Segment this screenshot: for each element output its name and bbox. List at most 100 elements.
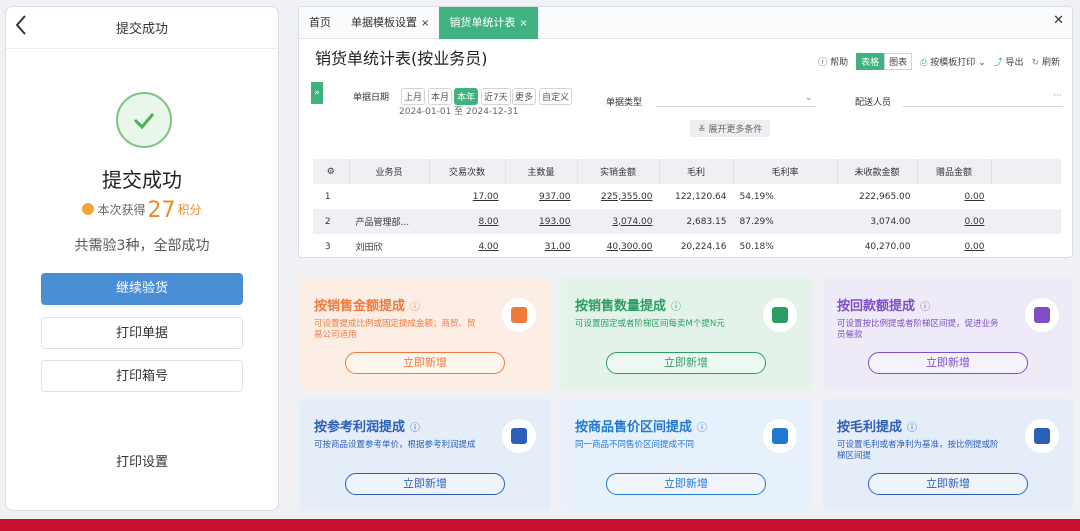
print-settings-link[interactable]: 打印设置 (6, 451, 278, 470)
gift-amount-link[interactable]: 0.00 (917, 209, 991, 234)
table-header-row: ⚙ 业务员 交易次数 主数量 实销金额 毛利 毛利率 未收款金额 赠品金额 (313, 159, 1061, 184)
trades-link[interactable]: 8.00 (429, 209, 505, 234)
calendar-money-icon (1025, 298, 1059, 332)
refresh-button[interactable]: ↻ 刷新 (1032, 55, 1060, 68)
sales-amount-link[interactable]: 3,074.00 (577, 209, 659, 234)
quantity-link[interactable]: 937.00 (505, 184, 577, 209)
desktop-panel: 首页 单据模板设置 × 销货单统计表 × ✕ 销货单统计表(按业务员) ⓘ 帮助 表… (298, 6, 1073, 511)
refresh-icon: ↻ (1031, 58, 1040, 68)
mobile-header-title: 提交成功 (115, 22, 168, 37)
points-unit: 积分 (177, 203, 202, 217)
tab-sales-report[interactable]: 销货单统计表 × (439, 7, 538, 39)
date-chip-last-7-days[interactable]: 近7天 (481, 88, 511, 105)
window-close-icon[interactable]: ✕ (1053, 13, 1064, 28)
date-chip-more[interactable]: 更多 (512, 88, 537, 105)
print-box-number-button[interactable]: 打印箱号 (41, 360, 243, 392)
trades-link[interactable]: 17.00 (429, 184, 505, 209)
quantity-link[interactable]: 31.00 (505, 234, 577, 257)
gift-amount-link[interactable]: 0.00 (917, 184, 991, 209)
sales-amount-link[interactable]: 40,300.00 (577, 234, 659, 257)
row-number: 3 (324, 241, 331, 252)
points-prefix: 本次获得 (97, 203, 146, 217)
page-title: 销货单统计表(按业务员) (315, 49, 488, 68)
package-upload-icon (763, 298, 797, 332)
chevron-left-icon[interactable] (14, 14, 36, 40)
export-button[interactable]: ⤴ 导出 (994, 55, 1024, 68)
profit-rate-cell: 87.29% (733, 209, 837, 234)
sales-amount-link[interactable]: 225,355.00 (577, 184, 659, 209)
date-chip-custom[interactable]: 自定义 (539, 88, 573, 105)
tab-template-settings[interactable]: 单据模板设置 × (341, 7, 439, 39)
continue-inspect-button[interactable]: 继续验货 (41, 273, 243, 305)
doc-type-select[interactable] (656, 106, 816, 107)
help-circle-icon[interactable]: ⓘ (907, 423, 917, 434)
close-icon[interactable]: × (421, 18, 429, 29)
add-now-button[interactable]: 立即新增 (345, 473, 505, 495)
column-settings-icon[interactable]: ⚙ (313, 159, 350, 184)
column-header[interactable]: 实销金额 (577, 159, 660, 184)
card-title-text: 按参考利润提成 (314, 420, 406, 435)
unpaid-cell: 222,965.00 (858, 191, 911, 202)
help-circle-icon[interactable]: ⓘ (410, 302, 420, 313)
column-header[interactable]: 毛利 (659, 159, 734, 184)
more-conditions-label: 展开更多条件 (708, 125, 763, 135)
empty-cell (991, 184, 1061, 209)
column-header[interactable]: 未收款金额 (837, 159, 918, 184)
template-print-button[interactable]: ⎙ 按模板打印 ⌄ (920, 55, 986, 68)
profit-rate-cell: 54.19% (739, 191, 774, 202)
add-now-button[interactable]: 立即新增 (606, 352, 766, 374)
tab-home[interactable]: 首页 (299, 7, 341, 39)
help-circle-icon[interactable]: ⓘ (410, 423, 420, 434)
chart-view-button[interactable]: 图表 (884, 53, 913, 70)
column-header[interactable]: 业务员 (349, 159, 430, 184)
column-header[interactable]: 毛利率 (733, 159, 838, 184)
lock-chart-icon (502, 419, 536, 453)
gift-amount-link[interactable]: 0.00 (917, 234, 991, 257)
commission-card: 按商品售价区间提成 ⓘ 同一商品不同售价区间提成不同 立即新增 (561, 399, 811, 511)
date-chip-last-month[interactable]: 上月 (401, 88, 426, 105)
coin-icon (82, 203, 95, 215)
column-header[interactable]: 交易次数 (429, 159, 506, 184)
date-chip-this-year[interactable]: 本年 (454, 88, 479, 105)
add-now-button[interactable]: 立即新增 (606, 473, 766, 495)
report-table: ⚙ 业务员 交易次数 主数量 实销金额 毛利 毛利率 未收款金额 赠品金额 1 … (313, 159, 1062, 257)
help-circle-icon[interactable]: ⓘ (697, 423, 707, 434)
printer-icon: ⎙ (920, 58, 928, 68)
card-title: 按销售数量提成 ⓘ (575, 295, 681, 314)
column-header[interactable]: 赠品金额 (917, 159, 992, 184)
toolbar: ⓘ 帮助 表格 图表 ⎙ 按模板打印 ⌄ ⤴ 导出 ↻ 刷新 (818, 53, 1060, 70)
card-title-text: 按商品售价区间提成 (575, 420, 693, 435)
card-title: 按回款额提成 ⓘ (837, 295, 930, 314)
chevron-down-icon[interactable]: ⌄ (978, 58, 986, 68)
success-check-icon (116, 92, 172, 148)
expand-sidebar-icon[interactable]: » (311, 82, 323, 104)
column-header[interactable]: 主数量 (505, 159, 578, 184)
close-icon[interactable]: × (519, 18, 527, 29)
trades-link[interactable]: 4.00 (429, 234, 505, 257)
mobile-header: 提交成功 (6, 7, 278, 49)
table-row[interactable]: 1 17.00 937.00 225,355.00 122,120.64 54.… (313, 184, 1061, 209)
help-label: 帮助 (830, 58, 849, 68)
chevron-down-icon[interactable]: ⌄ (805, 93, 813, 103)
commission-card: 按参考利润提成 ⓘ 可按商品设置参考单价，根据参考利润提成 立即新增 (300, 399, 550, 511)
help-circle-icon[interactable]: ⓘ (671, 302, 681, 313)
add-now-button[interactable]: 立即新增 (868, 473, 1028, 495)
more-dots-icon[interactable]: ··· (1053, 91, 1062, 101)
help-button[interactable]: ⓘ 帮助 (818, 55, 848, 68)
tab-bar: 首页 单据模板设置 × 销货单统计表 × ✕ (299, 7, 1072, 39)
table-row[interactable]: 2 产品管理部... 8.00 193.00 3,074.00 2,683.15… (313, 209, 1061, 234)
print-document-button[interactable]: 打印单据 (41, 317, 243, 349)
quantity-link[interactable]: 193.00 (505, 209, 577, 234)
expand-more-conditions-button[interactable]: ≚ 展开更多条件 (690, 120, 771, 137)
doc-type-label: 单据类型 (606, 98, 643, 108)
card-description: 可设置按比例提或者阶梯区间提，促进业务员催款 (837, 319, 999, 340)
add-now-button[interactable]: 立即新增 (345, 352, 505, 374)
empty-cell (991, 209, 1061, 234)
add-now-button[interactable]: 立即新增 (868, 352, 1028, 374)
date-range-text: 2024-01-01 至 2024-12-31 (399, 107, 519, 117)
table-row[interactable]: 3 刘田欣 4.00 31.00 40,300.00 20,224.16 50.… (313, 234, 1061, 257)
help-circle-icon[interactable]: ⓘ (920, 302, 930, 313)
date-chip-this-month[interactable]: 本月 (428, 88, 453, 105)
table-view-button[interactable]: 表格 (856, 53, 885, 70)
delivery-person-input[interactable] (903, 106, 1063, 107)
